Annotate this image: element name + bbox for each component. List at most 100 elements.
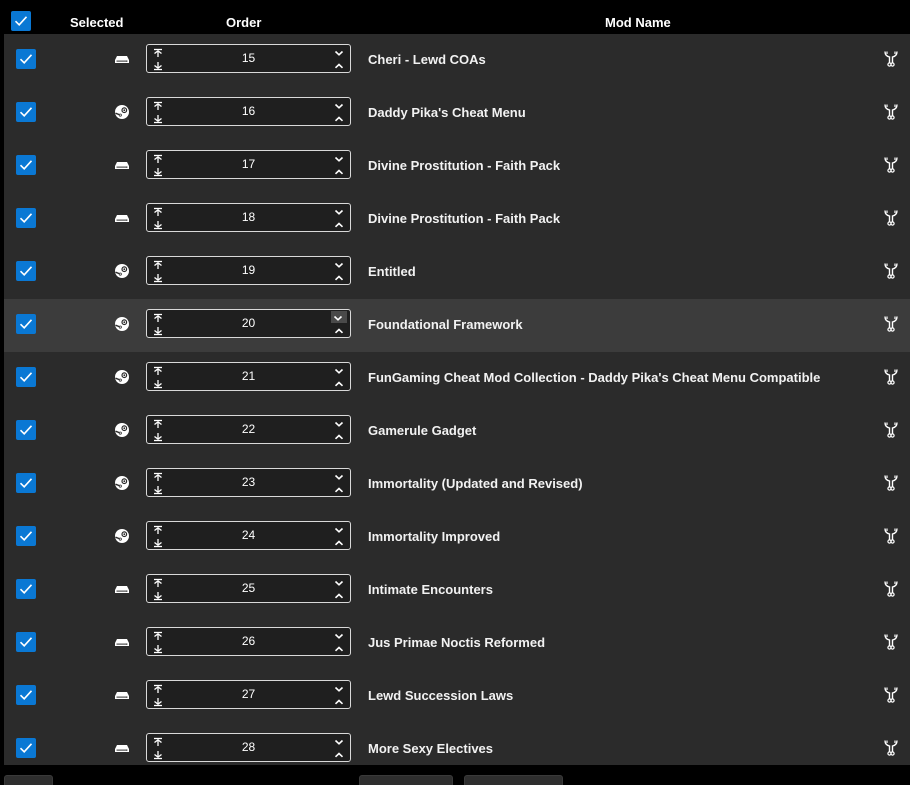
order-value[interactable]: 23 [177, 475, 320, 489]
table-row[interactable]: 15 Cheri - Lewd COAs [4, 34, 910, 87]
order-value[interactable]: 27 [177, 687, 320, 701]
table-row[interactable]: 20 Foundational Framework [4, 299, 910, 352]
order-value[interactable]: 17 [177, 157, 320, 171]
row-select-checkbox[interactable] [16, 420, 36, 440]
row-select-checkbox[interactable] [16, 738, 36, 758]
order-value[interactable]: 28 [177, 740, 320, 754]
table-row[interactable]: 28 More Sexy Electives [4, 723, 910, 765]
move-to-bottom-icon[interactable] [151, 695, 165, 707]
order-value[interactable]: 18 [177, 210, 320, 224]
chevron-down-icon[interactable] [332, 523, 346, 535]
move-to-top-icon[interactable] [151, 629, 165, 641]
order-stepper[interactable]: 26 [146, 627, 351, 656]
move-to-top-icon[interactable] [151, 735, 165, 747]
footer-button[interactable] [4, 775, 53, 785]
table-row[interactable]: 22 Gamerule Gadget [4, 405, 910, 458]
chevron-up-icon[interactable] [332, 695, 346, 707]
move-to-top-icon[interactable] [151, 417, 165, 429]
column-header-selected[interactable]: Selected [70, 15, 123, 30]
chevron-down-icon[interactable] [332, 258, 346, 270]
table-row[interactable]: 21 FunGaming Cheat Mod Collection - Daddy… [4, 352, 910, 405]
order-value[interactable]: 15 [177, 51, 320, 65]
table-row[interactable]: 26 Jus Primae Noctis Reformed [4, 617, 910, 670]
move-to-top-icon[interactable] [151, 311, 165, 323]
order-value[interactable]: 20 [177, 316, 320, 330]
order-stepper[interactable]: 20 [146, 309, 351, 338]
row-select-checkbox[interactable] [16, 473, 36, 493]
order-stepper[interactable]: 17 [146, 150, 351, 179]
row-select-checkbox[interactable] [16, 579, 36, 599]
chevron-up-icon[interactable] [332, 377, 346, 389]
row-select-checkbox[interactable] [16, 526, 36, 546]
order-stepper[interactable]: 23 [146, 468, 351, 497]
mod-action-icon[interactable] [883, 580, 899, 598]
order-stepper[interactable]: 22 [146, 415, 351, 444]
chevron-up-icon[interactable] [332, 536, 346, 548]
chevron-down-icon[interactable] [332, 417, 346, 429]
chevron-up-icon[interactable] [332, 483, 346, 495]
order-value[interactable]: 19 [177, 263, 320, 277]
row-select-checkbox[interactable] [16, 208, 36, 228]
footer-button[interactable] [359, 775, 453, 785]
table-row[interactable]: 27 Lewd Succession Laws [4, 670, 910, 723]
move-to-top-icon[interactable] [151, 46, 165, 58]
order-value[interactable]: 26 [177, 634, 320, 648]
table-row[interactable]: 25 Intimate Encounters [4, 564, 910, 617]
move-to-top-icon[interactable] [151, 364, 165, 376]
move-to-bottom-icon[interactable] [151, 748, 165, 760]
row-select-checkbox[interactable] [16, 102, 36, 122]
move-to-bottom-icon[interactable] [151, 165, 165, 177]
mod-action-icon[interactable] [883, 315, 899, 333]
order-stepper[interactable]: 21 [146, 362, 351, 391]
order-value[interactable]: 22 [177, 422, 320, 436]
move-to-top-icon[interactable] [151, 470, 165, 482]
order-value[interactable]: 25 [177, 581, 320, 595]
mod-action-icon[interactable] [883, 474, 899, 492]
chevron-down-icon[interactable] [332, 99, 346, 111]
footer-button[interactable] [464, 775, 563, 785]
row-select-checkbox[interactable] [16, 632, 36, 652]
move-to-top-icon[interactable] [151, 205, 165, 217]
move-to-bottom-icon[interactable] [151, 112, 165, 124]
mod-action-icon[interactable] [883, 421, 899, 439]
chevron-up-icon[interactable] [332, 271, 346, 283]
table-row[interactable]: 24 Immortality Improved [4, 511, 910, 564]
row-select-checkbox[interactable] [16, 367, 36, 387]
row-select-checkbox[interactable] [16, 685, 36, 705]
chevron-down-icon[interactable] [332, 735, 346, 747]
order-stepper[interactable]: 25 [146, 574, 351, 603]
chevron-down-icon[interactable] [332, 152, 346, 164]
chevron-up-icon[interactable] [332, 112, 346, 124]
select-all-checkbox[interactable] [11, 11, 31, 31]
move-to-top-icon[interactable] [151, 99, 165, 111]
move-to-top-icon[interactable] [151, 258, 165, 270]
chevron-down-icon[interactable] [332, 470, 346, 482]
table-row[interactable]: 18 Divine Prostitution - Faith Pack [4, 193, 910, 246]
chevron-down-icon[interactable] [332, 364, 346, 376]
row-select-checkbox[interactable] [16, 261, 36, 281]
chevron-down-icon[interactable] [332, 682, 346, 694]
order-stepper[interactable]: 27 [146, 680, 351, 709]
chevron-up-icon[interactable] [332, 430, 346, 442]
mod-action-icon[interactable] [883, 686, 899, 704]
column-header-mod-name[interactable]: Mod Name [605, 15, 671, 30]
row-select-checkbox[interactable] [16, 155, 36, 175]
move-to-bottom-icon[interactable] [151, 324, 165, 336]
move-to-bottom-icon[interactable] [151, 483, 165, 495]
move-to-top-icon[interactable] [151, 682, 165, 694]
row-select-checkbox[interactable] [16, 314, 36, 334]
chevron-up-icon[interactable] [332, 59, 346, 71]
order-stepper[interactable]: 19 [146, 256, 351, 285]
chevron-down-icon[interactable] [332, 46, 346, 58]
move-to-top-icon[interactable] [151, 152, 165, 164]
mod-action-icon[interactable] [883, 103, 899, 121]
mod-action-icon[interactable] [883, 739, 899, 757]
mod-action-icon[interactable] [883, 209, 899, 227]
order-value[interactable]: 21 [177, 369, 320, 383]
move-to-bottom-icon[interactable] [151, 642, 165, 654]
order-stepper[interactable]: 16 [146, 97, 351, 126]
move-to-bottom-icon[interactable] [151, 589, 165, 601]
mod-action-icon[interactable] [883, 262, 899, 280]
column-header-order[interactable]: Order [226, 15, 261, 30]
table-row[interactable]: 16 Daddy Pika's Cheat Menu [4, 87, 910, 140]
